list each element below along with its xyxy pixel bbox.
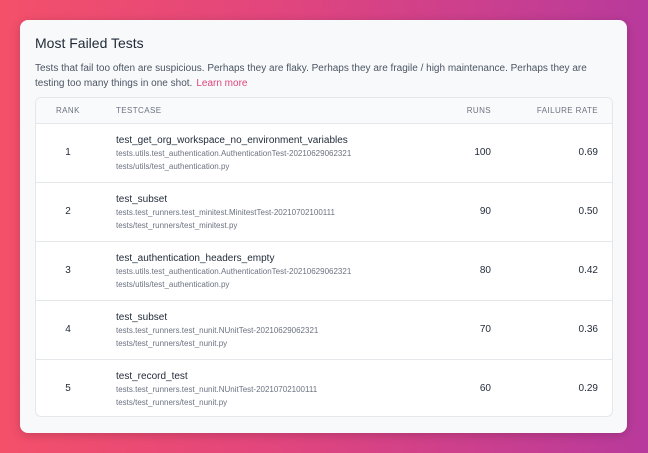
testcase-file: tests/test_runners/test_nunit.py xyxy=(116,339,228,348)
row-failure-rate: 0.50 xyxy=(578,206,598,217)
testcase-name: test_subset xyxy=(116,194,168,205)
row-failure-rate: 0.36 xyxy=(578,324,598,335)
row-testcase: test_subset tests.test_runners.test_nuni… xyxy=(116,311,318,350)
testcase-class: tests.test_runners.test_nunit.NUnitTest-… xyxy=(116,385,318,394)
description-text: Tests that fail too often are suspicious… xyxy=(35,63,587,89)
testcase-name: test_record_test xyxy=(116,371,188,382)
learn-more-link[interactable]: Learn more xyxy=(196,78,247,89)
header-failure-rate: FAILURE RATE xyxy=(536,106,598,115)
row-rank: 2 xyxy=(65,206,71,217)
testcase-file: tests/utils/test_authentication.py xyxy=(116,280,230,289)
testcase-class: tests.utils.test_authentication.Authenti… xyxy=(116,267,352,276)
testcase-class: tests.test_runners.test_nunit.NUnitTest-… xyxy=(116,326,319,335)
table-header: RANK TESTCASE RUNS FAILURE RATE xyxy=(36,98,612,124)
testcase-class: tests.test_runners.test_minitest.Minites… xyxy=(116,208,335,217)
header-testcase: TESTCASE xyxy=(116,106,162,115)
row-runs: 70 xyxy=(479,324,491,335)
table-row[interactable]: 1 test_get_org_workspace_no_environment_… xyxy=(36,124,612,183)
row-testcase: test_subset tests.test_runners.test_mini… xyxy=(116,193,335,232)
card-title: Most Failed Tests xyxy=(35,35,144,51)
table-row[interactable]: 5 test_record_test tests.test_runners.te… xyxy=(36,360,612,416)
row-testcase: test_authentication_headers_empty tests.… xyxy=(116,252,351,291)
row-failure-rate: 0.29 xyxy=(578,383,598,394)
testcase-file: tests/test_runners/test_nunit.py xyxy=(116,398,228,407)
card-description: Tests that fail too often are suspicious… xyxy=(35,61,615,91)
row-runs: 80 xyxy=(479,265,491,276)
row-rank: 3 xyxy=(65,265,71,276)
testcase-file: tests/utils/test_authentication.py xyxy=(116,162,230,171)
row-rank: 1 xyxy=(65,147,71,158)
row-rank: 4 xyxy=(65,324,71,335)
header-runs: RUNS xyxy=(466,106,491,115)
testcase-name: test_subset xyxy=(116,312,168,323)
testcase-class: tests.utils.test_authentication.Authenti… xyxy=(116,149,352,158)
header-rank: RANK xyxy=(56,106,80,115)
row-testcase: test_record_test tests.test_runners.test… xyxy=(116,370,317,409)
row-failure-rate: 0.69 xyxy=(578,147,598,158)
table-row[interactable]: 3 test_authentication_headers_empty test… xyxy=(36,242,612,301)
testcase-name: test_get_org_workspace_no_environment_va… xyxy=(116,135,348,146)
failed-tests-table: RANK TESTCASE RUNS FAILURE RATE 1 test_g… xyxy=(35,97,613,417)
row-runs: 100 xyxy=(474,147,491,158)
row-rank: 5 xyxy=(65,383,71,394)
row-failure-rate: 0.42 xyxy=(578,265,598,276)
testcase-file: tests/test_runners/test_minitest.py xyxy=(116,221,238,230)
row-testcase: test_get_org_workspace_no_environment_va… xyxy=(116,134,351,173)
testcase-name: test_authentication_headers_empty xyxy=(116,253,275,264)
table-row[interactable]: 4 test_subset tests.test_runners.test_nu… xyxy=(36,301,612,360)
most-failed-tests-card: Most Failed Tests Tests that fail too of… xyxy=(20,20,627,433)
table-row[interactable]: 2 test_subset tests.test_runners.test_mi… xyxy=(36,183,612,242)
row-runs: 90 xyxy=(479,206,491,217)
row-runs: 60 xyxy=(479,383,491,394)
